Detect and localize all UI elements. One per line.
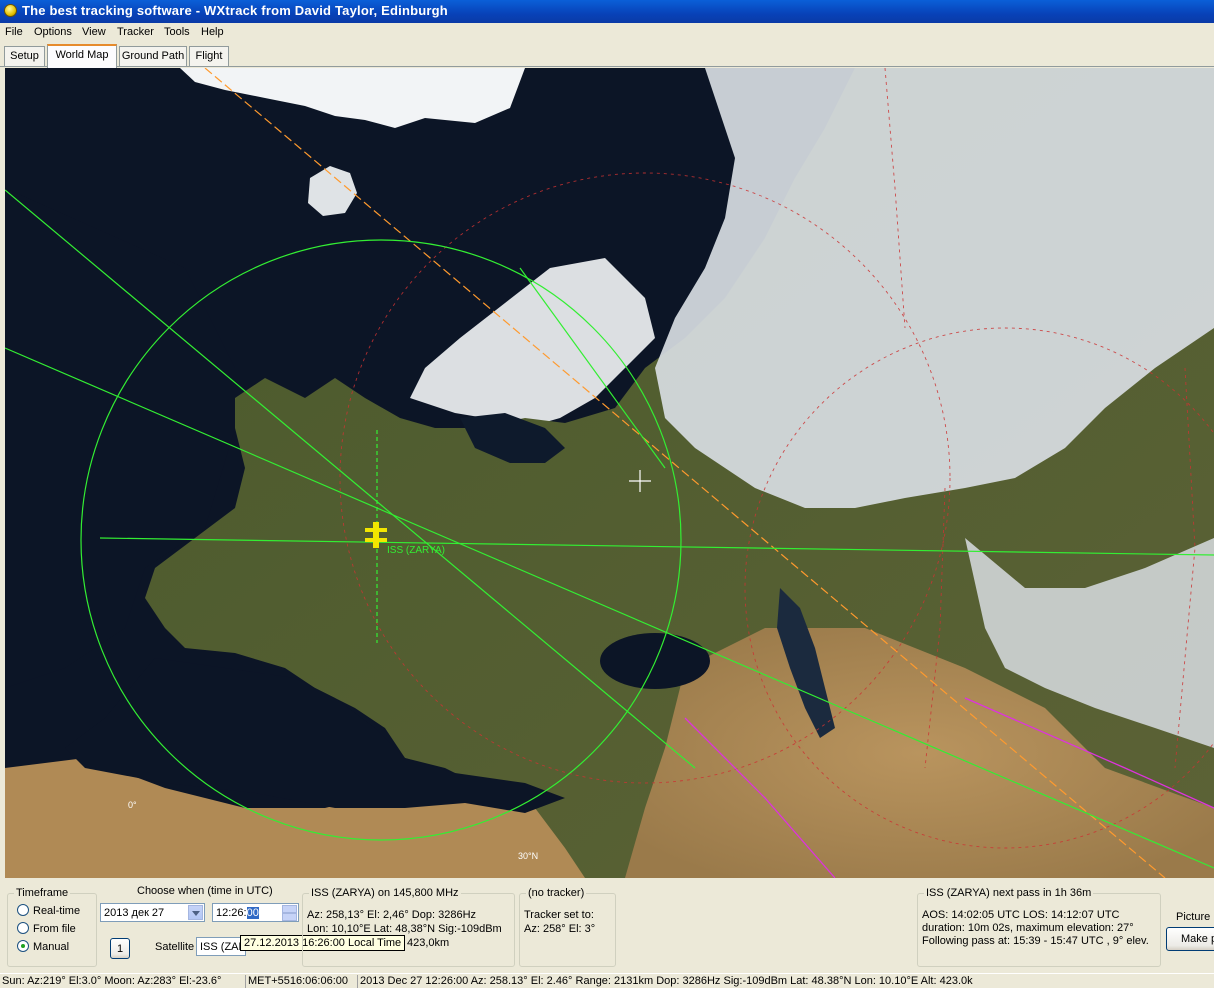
status-sun-moon: Sun: Az:219° El:3.0° Moon: Az:283° El:-2… [2,975,222,987]
menu-view[interactable]: View [82,26,106,38]
menu-file[interactable]: File [5,26,23,38]
world-map[interactable]: ISS (ZARYA) 0° 30°N [5,68,1214,878]
tracker-line1: Tracker set to: [524,909,594,921]
tab-ground-path[interactable]: Ground Path [119,46,187,66]
next-pass-line1: AOS: 14:02:05 UTC LOS: 14:12:07 UTC [922,909,1120,921]
longitude-label: 0° [128,800,137,810]
step-button[interactable]: 1 [110,938,130,959]
menu-tracker[interactable]: Tracker [117,26,154,38]
tab-setup[interactable]: Setup [4,46,45,66]
sat-info-line1: Az: 258,13° El: 2,46° Dop: 3286Hz [307,909,477,921]
make-picture-button[interactable]: Make p [1166,927,1214,951]
window-title: The best tracking software - WXtrack fro… [22,3,448,18]
sat-info-title: ISS (ZARYA) on 145,800 MHz [311,887,459,899]
tab-bar: Setup World Map Ground Path Flight [0,42,1214,68]
chevron-down-icon[interactable] [188,905,203,920]
app-icon [4,4,17,17]
control-panel: Timeframe Real-time From file Manual Cho… [0,879,1214,973]
world-map-canvas: ISS (ZARYA) 0° 30°N [5,68,1214,878]
sat-info-line2: Lon: 10,10°E Lat: 48,38°N Sig:-109dBm [307,923,502,935]
radio-manual[interactable] [17,940,29,952]
sat-info-line3: 423,0km [407,937,450,949]
tab-flight[interactable]: Flight [189,46,229,66]
next-pass-line2: duration: 10m 02s, maximum elevation: 27… [922,922,1134,934]
next-pass-line3: Following pass at: 15:39 - 15:47 UTC , 9… [922,935,1149,947]
spin-up-icon[interactable] [282,905,297,913]
tracker-title: (no tracker) [528,887,585,899]
radio-from-file-label: From file [33,923,76,935]
date-picker[interactable]: 2013 дек 27 [100,903,205,922]
latitude-label: 30°N [518,851,538,861]
time-value: 12:26: [216,907,247,919]
time-field[interactable]: 12:26:00 [212,903,299,922]
menu-help[interactable]: Help [201,26,224,38]
picture-label: Picture l [1176,911,1214,923]
satellite-select[interactable]: ISS (ZAR [196,937,246,956]
radio-from-file[interactable] [17,922,29,934]
status-met: MET+5516:06:06:00 [245,975,355,988]
date-value: 2013 дек 27 [104,907,165,919]
menu-options[interactable]: Options [34,26,72,38]
satellite-map-label: ISS (ZARYA) [387,545,445,556]
timeframe-title: Timeframe [16,887,69,899]
choose-when-title: Choose when (time in UTC) [137,885,273,897]
menu-bar: File Options View Tracker Tools Help [0,23,1214,42]
tracker-line2: Az: 258° El: 3° [524,923,596,935]
status-detail: 2013 Dec 27 12:26:00 Az: 258.13° El: 2.4… [357,975,1214,988]
menu-tools[interactable]: Tools [164,26,190,38]
next-pass-title: ISS (ZARYA) next pass in 1h 36m [926,887,1092,899]
radio-manual-label: Manual [33,941,70,953]
radio-realtime-label: Real-time [33,905,81,917]
time-seconds-selected: 00 [246,907,259,919]
title-bar: The best tracking software - WXtrack fro… [0,0,1214,23]
spin-down-icon[interactable] [282,913,297,921]
status-bar: Sun: Az:219° El:3.0° Moon: Az:283° El:-2… [0,973,1214,988]
satellite-label: Satellite [155,941,195,953]
tab-world-map[interactable]: World Map [47,44,117,68]
radio-realtime[interactable] [17,904,29,916]
